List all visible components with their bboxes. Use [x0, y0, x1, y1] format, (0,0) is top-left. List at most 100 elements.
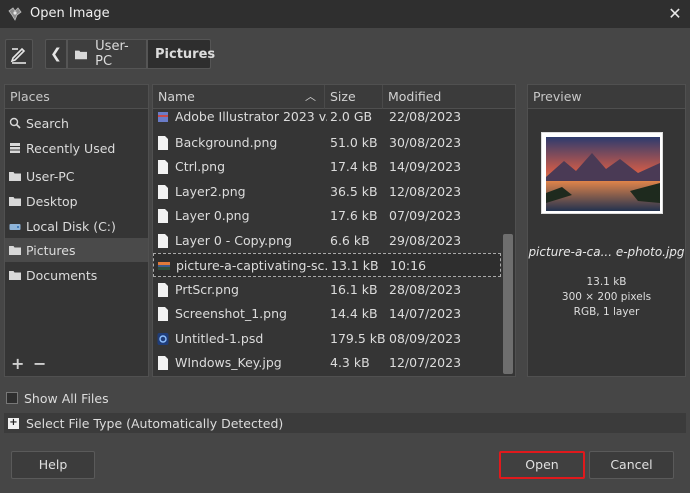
- file-icon: [158, 209, 168, 223]
- preview-header: Preview: [528, 85, 685, 109]
- file-icon: [158, 234, 168, 248]
- breadcrumb-label: Pictures: [155, 46, 216, 62]
- column-label: Name: [158, 89, 195, 104]
- checkbox-box[interactable]: [6, 392, 18, 404]
- file-row[interactable]: Adobe Illustrator 2023 v... 2.0 GB 22/08…: [153, 107, 501, 127]
- file-icon: [158, 136, 168, 150]
- add-bookmark-button[interactable]: +: [11, 354, 24, 373]
- place-recently-used[interactable]: Recently Used: [5, 136, 148, 160]
- file-row[interactable]: Layer2.png 36.5 kB 12/08/2023: [153, 180, 501, 204]
- place-search[interactable]: Search: [5, 111, 148, 135]
- preview-panel: Preview picture-a-ca... e-photo.jpg 13.1: [527, 84, 686, 377]
- file-size: 51.0 kB: [330, 135, 378, 150]
- places-panel: Places Search Recently Used User-PC Desk…: [4, 84, 149, 377]
- archive-icon: [158, 112, 168, 122]
- place-label: Local Disk (C:): [26, 218, 116, 234]
- drive-icon: [9, 224, 21, 230]
- select-file-type-expander[interactable]: + Select File Type (Automatically Detect…: [4, 413, 686, 433]
- preview-filename: picture-a-ca... e-photo.jpg: [528, 245, 685, 259]
- file-icon: [158, 185, 168, 199]
- preview-dimensions: 300 × 200 pixels: [561, 291, 652, 303]
- type-location-button[interactable]: [5, 39, 33, 69]
- close-icon[interactable]: ✕: [664, 3, 686, 25]
- preview-mode: RGB, 1 layer: [573, 306, 640, 318]
- file-icon: [158, 283, 168, 297]
- column-label: Modified: [388, 89, 442, 104]
- file-name: Untitled-1.psd: [175, 331, 264, 346]
- file-modified: 08/09/2023: [389, 331, 462, 346]
- file-name: Layer 0.png: [175, 208, 250, 223]
- file-size: 2.0 GB: [330, 109, 373, 124]
- cancel-button[interactable]: Cancel: [589, 451, 674, 479]
- file-row[interactable]: Layer 0 - Copy.png 6.6 kB 29/08/2023: [153, 229, 501, 253]
- place-pictures[interactable]: Pictures: [5, 238, 148, 262]
- file-type-label: Select File Type (Automatically Detected…: [26, 415, 284, 431]
- file-size: 14.4 kB: [330, 306, 378, 321]
- show-all-files-checkbox[interactable]: Show All Files: [6, 389, 109, 407]
- preview-size: 13.1 kB: [586, 276, 627, 288]
- file-modified: 07/09/2023: [389, 208, 462, 223]
- file-icon: [158, 356, 168, 370]
- file-modified: 29/08/2023: [389, 233, 462, 248]
- file-size: 13.1 kB: [331, 258, 379, 273]
- show-all-files-label: Show All Files: [24, 390, 109, 406]
- file-row[interactable]: WIndows_Key.jpg 4.3 kB 12/07/2023: [153, 351, 501, 375]
- file-modified: 12/07/2023: [389, 355, 462, 370]
- places-footer: + −: [5, 354, 148, 376]
- place-label: Documents: [26, 267, 98, 283]
- file-row[interactable]: PrtScr.png 16.1 kB 28/08/2023: [153, 278, 501, 302]
- file-row[interactable]: Ctrl.png 17.4 kB 14/09/2023: [153, 155, 501, 179]
- remove-bookmark-button[interactable]: −: [33, 354, 46, 373]
- column-size-header[interactable]: Size: [325, 85, 383, 109]
- file-size: 36.5 kB: [330, 184, 378, 199]
- help-button[interactable]: Help: [11, 451, 95, 479]
- file-modified: 14/09/2023: [389, 159, 462, 174]
- sort-ascending-icon: ︿: [305, 90, 316, 103]
- edit-location-icon: [10, 47, 26, 64]
- back-button[interactable]: ❮: [45, 39, 67, 69]
- file-row[interactable]: Untitled-1.psd 179.5 kB 08/09/2023: [153, 327, 501, 351]
- window-title: Open Image: [30, 6, 110, 21]
- column-name-header[interactable]: Name ︿: [153, 85, 325, 109]
- place-local-disk[interactable]: Local Disk (C:): [5, 214, 148, 238]
- file-modified: 28/08/2023: [389, 282, 462, 297]
- expand-plus-icon: +: [8, 416, 19, 429]
- open-button[interactable]: Open: [499, 451, 585, 479]
- file-size: 179.5 kB: [330, 331, 386, 346]
- file-name: Layer2.png: [175, 184, 246, 199]
- file-modified: 14/07/2023: [389, 306, 462, 321]
- place-label: Recently Used: [26, 140, 116, 156]
- file-size: 6.6 kB: [330, 233, 370, 248]
- recent-icon: [10, 143, 20, 153]
- landscape-photo-image: [546, 137, 660, 211]
- file-list-scrollbar[interactable]: [502, 110, 514, 376]
- image-thumb-icon: [158, 262, 170, 270]
- place-desktop[interactable]: Desktop: [5, 189, 148, 213]
- column-label: Size: [330, 89, 356, 104]
- file-row[interactable]: Layer 0.png 17.6 kB 07/09/2023: [153, 204, 501, 228]
- place-user-pc[interactable]: User-PC: [5, 164, 148, 188]
- scrollbar-thumb[interactable]: [503, 234, 513, 374]
- place-label: Pictures: [26, 242, 76, 258]
- breadcrumb-pictures[interactable]: Pictures: [147, 39, 215, 69]
- preview-thumbnail: [541, 132, 663, 214]
- file-modified: 30/08/2023: [389, 135, 462, 150]
- file-row[interactable]: Background.png 51.0 kB 30/08/2023: [153, 131, 501, 155]
- breadcrumb-user-pc[interactable]: User-PC: [67, 39, 147, 69]
- psd-icon: [157, 333, 169, 345]
- file-modified: 12/08/2023: [389, 184, 462, 199]
- place-documents[interactable]: Documents: [5, 263, 148, 287]
- file-row[interactable]: Screenshot_1.png 14.4 kB 14/07/2023: [153, 302, 501, 326]
- breadcrumb-label: User-PC: [95, 39, 129, 69]
- file-size: 17.6 kB: [330, 208, 378, 223]
- folder-icon: [9, 197, 21, 206]
- file-list-header: Name ︿ Size Modified: [153, 85, 515, 109]
- file-row-selected[interactable]: picture-a-captivating-sc... 13.1 kB 10:1…: [153, 253, 501, 277]
- file-name: Background.png: [175, 135, 278, 150]
- file-size: 16.1 kB: [330, 282, 378, 297]
- file-name: WIndows_Key.jpg: [175, 355, 282, 370]
- column-modified-header[interactable]: Modified: [383, 85, 515, 109]
- folder-icon: [9, 271, 21, 280]
- file-modified: 10:16: [390, 258, 427, 273]
- folder-icon: [75, 50, 88, 59]
